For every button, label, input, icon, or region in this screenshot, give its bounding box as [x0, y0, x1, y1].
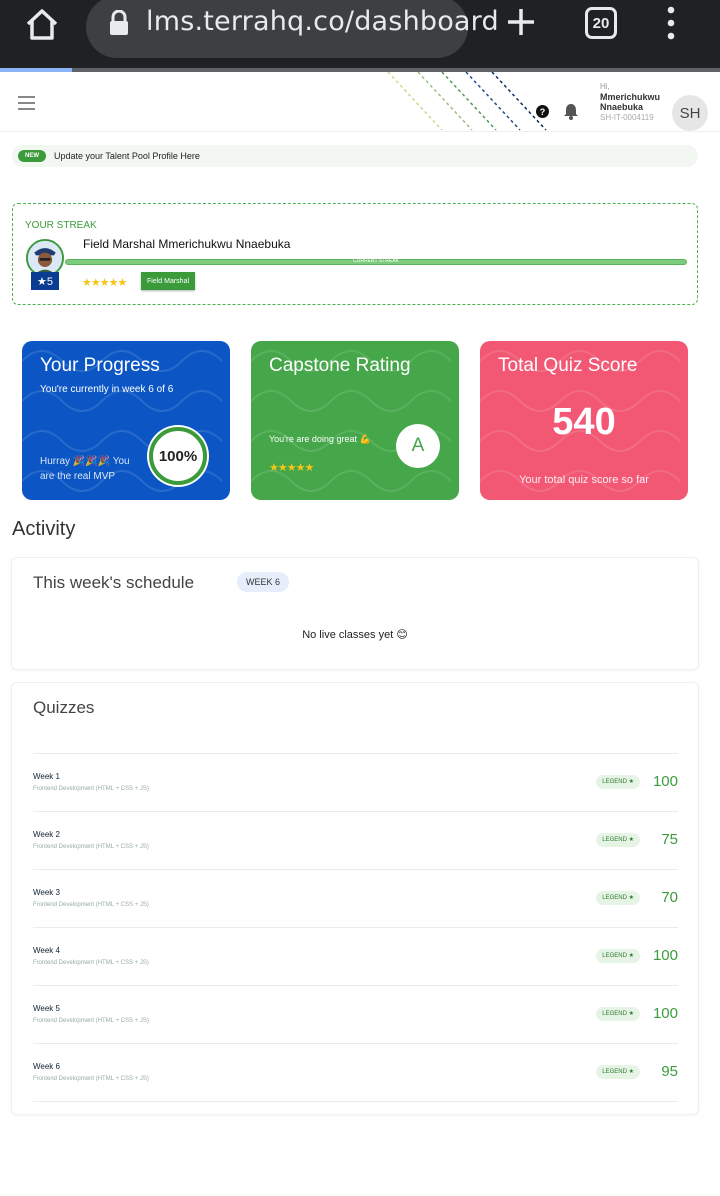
- progress-ring: 100%: [146, 424, 210, 488]
- quiz-course: Frontend Development (HTML + CSS + JS): [33, 1018, 149, 1024]
- progress-subtitle: You're currently in week 6 of 6: [40, 384, 174, 395]
- rank-tag: Field Marshal: [141, 272, 196, 290]
- user-id: SH-IT-0004119: [600, 113, 654, 122]
- quiz-course: Frontend Development (HTML + CSS + JS): [33, 1076, 149, 1082]
- quizzes-panel: Quizzes Week 1 Frontend Development (HTM…: [11, 682, 699, 1115]
- legend-tag: LEGEND ★: [596, 1064, 640, 1079]
- user-name: Mmerichukwu Nnaebuka: [600, 92, 661, 112]
- streak-bar-label: CURRENT STREAK: [353, 258, 399, 264]
- quiz-week: Week 6: [33, 1062, 60, 1071]
- streak-title: YOUR STREAK: [25, 220, 97, 231]
- app-header: ? Hi, Mmerichukwu Nnaebuka SH-IT-0004119…: [0, 72, 720, 132]
- quiz-course: Frontend Development (HTML + CSS + JS): [33, 960, 149, 966]
- header-decoration: [387, 72, 547, 131]
- quiz-score: 100: [652, 1005, 678, 1022]
- empty-schedule-text: No live classes yet 😊: [302, 629, 408, 641]
- quiz-row[interactable]: Week 1 Frontend Development (HTML + CSS …: [33, 754, 678, 812]
- lock-icon[interactable]: [108, 10, 130, 36]
- progress-title: Your Progress: [40, 355, 160, 376]
- capstone-stars: ★★★★★: [269, 462, 314, 474]
- browser-toolbar: lms.terrahq.co/dashboard 20: [0, 0, 720, 68]
- help-icon[interactable]: ?: [536, 105, 549, 118]
- quiz-week: Week 2: [33, 830, 60, 839]
- new-tab-icon[interactable]: [505, 6, 537, 38]
- quiz-score-value: 540: [552, 401, 616, 443]
- level-badge: ★5: [31, 272, 59, 290]
- quiz-score-title: Total Quiz Score: [498, 355, 638, 376]
- quiz-score: 75: [661, 831, 678, 848]
- streak-progress-bar: CURRENT STREAK: [65, 258, 687, 265]
- quiz-row[interactable]: Week 4 Frontend Development (HTML + CSS …: [33, 928, 678, 986]
- quiz-list: Week 1 Frontend Development (HTML + CSS …: [33, 753, 678, 1102]
- avatar[interactable]: SH: [672, 95, 708, 131]
- capstone-grade: A: [396, 424, 440, 468]
- announcement-bar[interactable]: NEW Update your Talent Pool Profile Here: [12, 145, 698, 167]
- hamburger-menu-icon[interactable]: [18, 96, 35, 110]
- more-options-icon[interactable]: [662, 6, 680, 40]
- quizzes-title: Quizzes: [33, 698, 95, 717]
- streak-stars: ★★★★★: [82, 277, 127, 289]
- tab-switcher-button[interactable]: 20: [585, 7, 617, 39]
- legend-tag: LEGEND ★: [596, 948, 640, 963]
- quiz-score: 70: [661, 889, 678, 906]
- quiz-course: Frontend Development (HTML + CSS + JS): [33, 844, 149, 850]
- legend-tag: LEGEND ★: [596, 1006, 640, 1021]
- avatar-initials: SH: [679, 104, 701, 122]
- quiz-course: Frontend Development (HTML + CSS + JS): [33, 786, 149, 792]
- quiz-week: Week 3: [33, 888, 60, 897]
- quiz-score-card: Total Quiz Score 540 Your total quiz sco…: [480, 341, 688, 500]
- notification-bell-icon[interactable]: [563, 103, 579, 120]
- quiz-week: Week 1: [33, 772, 60, 781]
- quiz-row[interactable]: Week 2 Frontend Development (HTML + CSS …: [33, 812, 678, 870]
- help-glyph: ?: [539, 106, 546, 117]
- week-badge: WEEK 6: [237, 572, 289, 592]
- tab-count: 20: [592, 14, 610, 32]
- quiz-week: Week 4: [33, 946, 60, 955]
- progress-footer: Hurray 🎉🎉🎉 You are the real MVP: [40, 456, 130, 482]
- quiz-score: 100: [652, 947, 678, 964]
- quiz-row[interactable]: Week 6 Frontend Development (HTML + CSS …: [33, 1044, 678, 1102]
- announcement-link[interactable]: Update your Talent Pool Profile Here: [54, 151, 200, 161]
- new-badge: NEW: [18, 150, 46, 162]
- streak-rank-name: Field Marshal Mmerichukwu Nnaebuka: [83, 237, 291, 251]
- schedule-title: This week's schedule: [33, 573, 195, 592]
- legend-tag: LEGEND ★: [596, 832, 640, 847]
- streak-card: YOUR STREAK ★5 Field Marshal Mmerichukwu…: [12, 203, 698, 305]
- activity-heading: Activity: [12, 518, 76, 540]
- url-text[interactable]: lms.terrahq.co/dashboard: [146, 6, 499, 37]
- quiz-course: Frontend Development (HTML + CSS + JS): [33, 902, 149, 908]
- quiz-row[interactable]: Week 5 Frontend Development (HTML + CSS …: [33, 986, 678, 1044]
- user-info[interactable]: Hi, Mmerichukwu Nnaebuka SH-IT-0004119: [600, 82, 666, 123]
- progress-card: Your Progress You're currently in week 6…: [22, 341, 230, 500]
- legend-tag: LEGEND ★: [596, 890, 640, 905]
- capstone-text: You're are doing great 💪: [269, 434, 371, 444]
- soldier-avatar-icon: [28, 241, 62, 275]
- legend-tag: LEGEND ★: [596, 774, 640, 789]
- progress-value: 100%: [158, 447, 198, 465]
- capstone-title: Capstone Rating: [269, 355, 411, 376]
- capstone-card: Capstone Rating You're are doing great 💪…: [251, 341, 459, 500]
- home-icon[interactable]: [24, 6, 60, 42]
- quiz-score: 100: [652, 773, 678, 790]
- quiz-score-caption: Your total quiz score so far: [519, 474, 649, 486]
- user-greeting: Hi,: [600, 82, 610, 91]
- schedule-panel: This week's schedule WEEK 6 No live clas…: [11, 557, 699, 670]
- quiz-score: 95: [661, 1063, 678, 1080]
- quiz-row[interactable]: Week 3 Frontend Development (HTML + CSS …: [33, 870, 678, 928]
- quiz-week: Week 5: [33, 1004, 60, 1013]
